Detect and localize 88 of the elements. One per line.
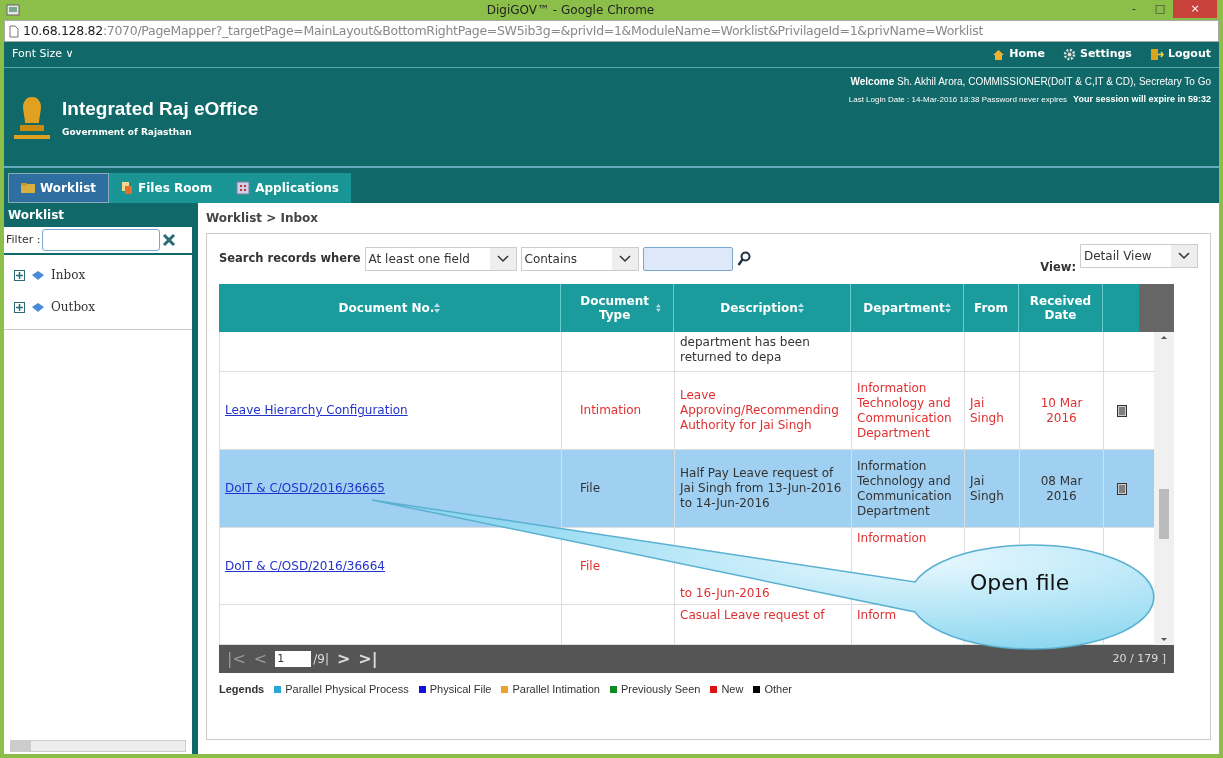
legend-label: Other: [764, 681, 792, 697]
grid-icon: [236, 181, 251, 195]
close-button[interactable]: ×: [1173, 0, 1217, 18]
tray-icon: [31, 269, 45, 281]
font-size-menu[interactable]: Font Size ∨: [12, 46, 74, 63]
document-icon: [1117, 404, 1127, 417]
callout-text: Open file: [970, 569, 1070, 597]
welcome-text: Welcome Sh. Akhil Arora, COMMISSIONER(DoIT & C,IT & CD), Secretary To Go: [850, 75, 1211, 89]
expand-toggle[interactable]: [14, 301, 25, 313]
door-icon: [1149, 48, 1164, 61]
operator-dropdown[interactable]: Contains: [520, 247, 639, 271]
table-cell: Inform: [857, 608, 897, 623]
address-bar[interactable]: 10.68.128.82:7070/PageMapper?_targetPage=MainLayout&BottomRightPage=SW5ib3g=&privId=1&ModuleName=Worklist&PrivilageId=1&privName=Worklist: [4, 20, 1219, 42]
tray-icon: [31, 301, 45, 313]
page-field[interactable]: 1: [275, 651, 312, 667]
record-count: 20 / 179 ]: [1112, 650, 1166, 667]
app-title: Integrated Raj eOffice: [62, 97, 259, 121]
legends-label: Legends: [219, 681, 265, 697]
nav-tab[interactable]: Applications: [224, 173, 351, 203]
session-text: Your session will expire in 59:32: [1073, 93, 1211, 106]
page-icon: [9, 24, 19, 38]
chevron-down-icon: [1171, 245, 1197, 267]
last-login-text: Last Login Date : 14-Mar-2016 18:38 Password never expires: [848, 94, 1068, 106]
tree-item[interactable]: Outbox: [51, 298, 96, 316]
document-link[interactable]: Leave Hierarchy Configuration: [225, 403, 408, 418]
app-subtitle: Government of Rajasthan: [62, 125, 193, 139]
app-icon: [6, 3, 20, 17]
next-page-button[interactable]: >: [336, 647, 351, 671]
legend-label: Previously Seen: [620, 681, 701, 697]
table-cell-text: department has been returned to depa: [680, 335, 811, 365]
breadcrumb: Worklist > Inbox: [206, 210, 320, 227]
table-cell-text: Information Technology and Communication Department: [857, 380, 953, 441]
filter-label: Filter :: [6, 231, 41, 248]
table-cell: Information: [857, 531, 927, 546]
url-text: 10.68.128.82:7070/PageMapper?_targetPage=MainLayout&BottomRightPage=SW5ib3g=&privId=1&ModuleName=Worklist&PrivilageId=1&privName=Worklist: [23, 21, 983, 40]
table-cell-text: 10 Mar 2016: [1039, 395, 1084, 426]
view-label: View:: [1040, 258, 1076, 276]
files-icon: [121, 181, 134, 195]
legend-label: Physical File: [429, 681, 492, 697]
minimize-button[interactable]: -: [1121, 0, 1147, 18]
search-field[interactable]: [642, 247, 733, 271]
page-total: /9|: [313, 651, 329, 668]
chevron-down-icon: [489, 248, 516, 270]
filter-field[interactable]: [42, 229, 161, 251]
table-cell: to 16-Jun-2016: [680, 586, 770, 601]
tree-item[interactable]: Inbox: [51, 266, 86, 284]
legend-label: Parallel Physical Process: [285, 681, 409, 697]
vertical-scrollbar[interactable]: [1154, 332, 1174, 645]
table-cell-text: 08 Mar 2016: [1039, 473, 1084, 504]
scrollbar-corner: [1139, 284, 1174, 332]
gear-icon: [1062, 48, 1076, 61]
maximize-button[interactable]: □: [1147, 0, 1173, 18]
sidebar-title: Worklist: [4, 203, 192, 227]
nav-tab[interactable]: Worklist: [8, 173, 110, 203]
document-icon: [1117, 482, 1127, 495]
table-cell: File: [580, 558, 601, 574]
table-cell: Casual Leave request of: [680, 608, 825, 623]
top-nav-link[interactable]: Settings: [1062, 46, 1132, 63]
sort-icon: [797, 303, 804, 313]
window-title: DigiGOV™ - Google Chrome: [485, 2, 656, 19]
document-link[interactable]: DoIT & C/OSD/2016/36665: [225, 481, 385, 496]
sort-icon: [656, 303, 661, 313]
table-cell: File: [580, 481, 601, 496]
chevron-down-icon: [611, 248, 638, 270]
search-label: Search records where: [219, 250, 361, 268]
document-link[interactable]: DoIT & C/OSD/2016/36664: [225, 558, 385, 574]
legend-label: Parallel Intimation: [512, 681, 600, 697]
home-icon: [992, 48, 1006, 61]
table-cell-text: Information Technology and Communication Department: [857, 458, 953, 519]
folder-icon: [21, 183, 35, 193]
search-icon: [736, 251, 751, 267]
table-cell-text: Jai Singh: [970, 473, 1005, 504]
table-cell: Intimation: [580, 403, 642, 418]
nav-tab[interactable]: Files Room: [109, 173, 225, 203]
clear-icon: [162, 233, 177, 247]
table-cell-text: Leave Approving/Recommending Authority for Jai Singh: [680, 388, 840, 433]
top-nav-link[interactable]: Logout: [1149, 46, 1211, 63]
horizontal-scrollbar[interactable]: [10, 740, 186, 752]
table-cell-text: Jai Singh: [970, 395, 1005, 426]
expand-toggle[interactable]: [14, 269, 25, 281]
view-dropdown[interactable]: Detail View: [1080, 244, 1198, 268]
last-page-button[interactable]: >|: [358, 647, 378, 671]
top-nav-link[interactable]: Home: [992, 46, 1045, 63]
table-cell-text: Half Pay Leave request of Jai Singh from 13-Jun-2016 to 14-Jun-2016: [680, 466, 843, 511]
field-dropdown[interactable]: At least one field: [364, 247, 517, 271]
legend-label: New: [721, 681, 744, 697]
sort-icon: [434, 303, 441, 313]
sort-icon: [944, 303, 951, 313]
